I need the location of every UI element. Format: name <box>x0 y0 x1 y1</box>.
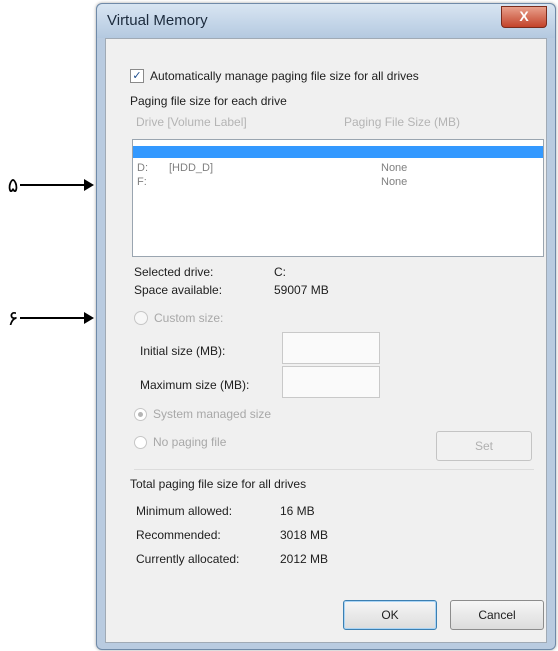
drive-list[interactable]: D: [HDD_D] None F: None <box>132 139 544 257</box>
drive-row[interactable]: D: [HDD_D] None <box>133 162 543 174</box>
radio-empty-icon[interactable] <box>134 311 148 325</box>
annotation-number-6: ۶ <box>7 306 19 330</box>
arrow-head-icon <box>84 312 94 324</box>
close-icon: X <box>519 8 529 24</box>
drive-volume-label: [HDD_D] <box>169 162 214 174</box>
arrow-line <box>20 184 84 186</box>
auto-manage-label: Automatically manage paging file size fo… <box>150 69 419 83</box>
annotation-5-arrow: ۵ <box>6 173 94 197</box>
drive-row-selected[interactable] <box>133 146 543 158</box>
no-paging-label: No paging file <box>153 435 227 449</box>
divider <box>134 469 534 470</box>
auto-manage-checkbox[interactable]: ✓ Automatically manage paging file size … <box>130 69 419 83</box>
arrow-line <box>20 317 84 319</box>
radio-empty-icon[interactable] <box>134 435 147 449</box>
paging-section-heading: Paging file size for each drive <box>130 94 287 108</box>
checkmark-icon[interactable]: ✓ <box>130 69 144 83</box>
currently-allocated-value: 2012 MB <box>280 552 329 566</box>
arrow-head-icon <box>84 179 94 191</box>
title-bar[interactable]: Virtual Memory X <box>97 4 555 38</box>
recommended-value: 3018 MB <box>280 528 329 542</box>
virtual-memory-dialog: Virtual Memory X ✓ Automatically manage … <box>96 3 556 650</box>
space-available-label: Space available: <box>134 283 223 297</box>
selected-drive-label: Selected drive: <box>134 265 214 279</box>
drive-letter: F: <box>137 176 147 188</box>
currently-allocated-label: Currently allocated: <box>136 552 240 566</box>
space-available-value: 59007 MB <box>274 283 329 297</box>
initial-size-label: Initial size (MB): <box>140 344 226 358</box>
annotation-6-arrow: ۶ <box>6 306 94 330</box>
custom-size-label: Custom size: <box>154 311 224 325</box>
no-paging-radio[interactable]: No paging file <box>134 435 226 449</box>
recommended-label: Recommended: <box>136 528 221 542</box>
cancel-button[interactable]: Cancel <box>450 600 544 630</box>
selected-drive-value: C: <box>274 265 286 279</box>
drive-row[interactable]: F: None <box>133 176 543 188</box>
drive-column-header: Drive [Volume Label] <box>136 115 247 129</box>
dialog-body: ✓ Automatically manage paging file size … <box>105 38 547 643</box>
initial-size-input[interactable] <box>282 332 380 364</box>
totals-heading: Total paging file size for all drives <box>130 477 307 491</box>
minimum-allowed-value: 16 MB <box>280 504 315 518</box>
drive-size: None <box>381 176 408 188</box>
close-button[interactable]: X <box>501 6 547 28</box>
system-managed-radio[interactable]: System managed size <box>134 407 271 421</box>
drive-letter: D: <box>137 162 148 174</box>
radio-selected-icon[interactable] <box>134 407 147 421</box>
maximum-size-label: Maximum size (MB): <box>140 378 250 392</box>
window-title: Virtual Memory <box>107 12 208 29</box>
drive-size: None <box>381 162 408 174</box>
set-button[interactable]: Set <box>436 431 532 461</box>
maximum-size-input[interactable] <box>282 366 380 398</box>
size-column-header: Paging File Size (MB) <box>344 115 461 129</box>
annotation-number-5: ۵ <box>7 173 19 197</box>
minimum-allowed-label: Minimum allowed: <box>136 504 233 518</box>
system-managed-label: System managed size <box>153 407 272 421</box>
custom-size-radio[interactable]: Custom size: <box>134 311 223 325</box>
ok-button[interactable]: OK <box>343 600 437 630</box>
